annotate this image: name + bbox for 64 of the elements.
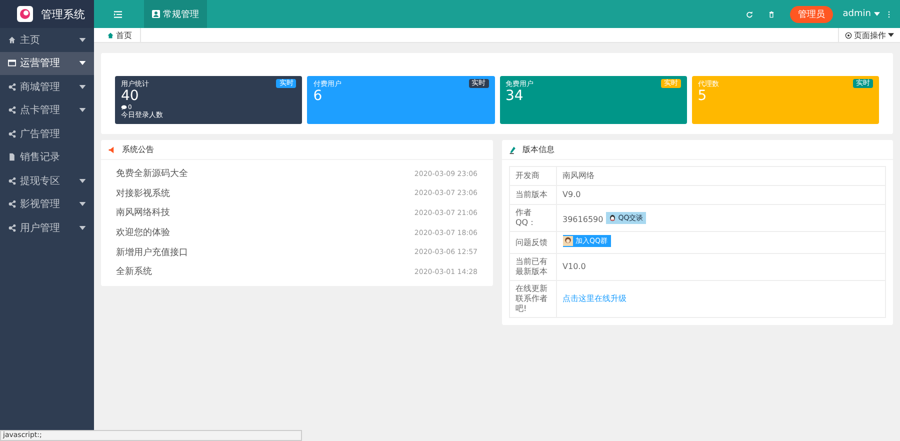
share-icon bbox=[8, 200, 16, 208]
share-icon bbox=[8, 130, 16, 138]
document-icon bbox=[8, 153, 16, 162]
app-title: 管理系统 bbox=[41, 6, 85, 22]
table-cell: 当前版本 bbox=[509, 186, 556, 204]
penguin-icon bbox=[609, 214, 616, 222]
notice-link[interactable]: 免费全新源码大全 bbox=[116, 167, 188, 180]
notice-link[interactable]: 新增用户充值接口 bbox=[116, 246, 188, 259]
nav-tab[interactable]: 常规管理 bbox=[144, 0, 207, 28]
notice-link[interactable]: 欢迎您的体验 bbox=[116, 226, 170, 240]
caret-icon bbox=[79, 38, 86, 42]
table-cell: 作者QQ： bbox=[509, 204, 556, 232]
share-icon bbox=[8, 106, 16, 114]
pen-icon bbox=[508, 146, 516, 154]
menu-icon[interactable] bbox=[114, 10, 122, 18]
caret-icon bbox=[79, 108, 86, 112]
sidebar-item[interactable]: 点卡管理 bbox=[0, 98, 94, 122]
share-icon bbox=[8, 176, 16, 185]
window-icon bbox=[8, 59, 16, 68]
stat-value: 6 bbox=[313, 89, 324, 104]
table-cell: V9.0 bbox=[562, 190, 581, 199]
target-icon bbox=[845, 32, 852, 38]
stat-value: 5 bbox=[698, 89, 708, 104]
table-cell: 南风网络 bbox=[562, 171, 594, 180]
notice-link[interactable]: 南风网络科技 bbox=[116, 206, 170, 220]
caret-icon bbox=[79, 61, 86, 66]
home-icon bbox=[107, 32, 114, 38]
panel-title: 版本信息 bbox=[522, 144, 554, 155]
caret-icon bbox=[79, 178, 86, 183]
caret-icon bbox=[79, 84, 86, 89]
share-icon bbox=[8, 224, 16, 232]
comment-icon bbox=[121, 105, 127, 110]
caret-icon bbox=[79, 202, 86, 206]
caret-icon bbox=[874, 12, 880, 16]
sidebar-item[interactable]: 提现专区 bbox=[0, 169, 94, 192]
table-cell: 开发商 bbox=[509, 166, 556, 186]
table-cell: 在线更新联系作者吧! bbox=[509, 280, 556, 318]
trash-icon[interactable] bbox=[768, 10, 775, 18]
stat-value: 40 bbox=[121, 89, 140, 104]
table-cell: 当前已有最新版本 bbox=[509, 254, 556, 280]
sidebar-item[interactable]: 运营管理 bbox=[0, 52, 94, 75]
stat-value: 34 bbox=[506, 89, 524, 104]
avatar-icon bbox=[562, 235, 572, 247]
home-icon bbox=[8, 36, 16, 44]
qq-number: 39616590 bbox=[562, 214, 604, 224]
table-cell: V10.0 bbox=[562, 262, 586, 271]
caret-icon bbox=[79, 226, 86, 230]
sidebar-item[interactable]: 商城管理 bbox=[0, 75, 94, 98]
sidebar-item[interactable]: 主页 bbox=[0, 28, 94, 52]
share-icon bbox=[8, 82, 16, 91]
notice-link[interactable]: 全新系统 bbox=[116, 265, 152, 278]
sidebar-item[interactable]: 销售记录 bbox=[0, 146, 94, 169]
sidebar-item[interactable]: 影视管理 bbox=[0, 192, 94, 216]
megaphone-icon bbox=[108, 146, 116, 154]
caret-icon bbox=[888, 33, 894, 37]
notice-link[interactable]: 对接影视系统 bbox=[116, 186, 170, 200]
table-cell: 问题反馈 bbox=[509, 232, 556, 254]
user-icon bbox=[152, 10, 160, 18]
panel-title: 系统公告 bbox=[122, 144, 154, 155]
logo-icon bbox=[17, 6, 33, 22]
refresh-icon[interactable] bbox=[746, 10, 753, 18]
sidebar-item[interactable]: 用户管理 bbox=[0, 216, 94, 240]
page-actions-button[interactable]: 页面操作 bbox=[838, 28, 900, 42]
sidebar-item[interactable]: 广告管理 bbox=[0, 122, 94, 146]
